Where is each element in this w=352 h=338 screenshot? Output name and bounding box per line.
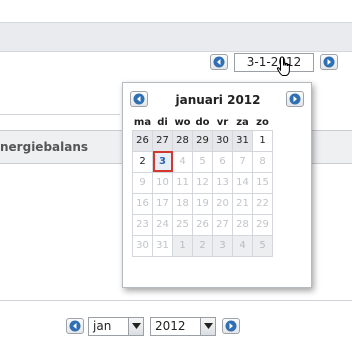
calendar-week-row: 30 31 1 2 3 4 5	[132, 234, 273, 257]
calendar-day[interactable]: 21	[232, 192, 253, 215]
calendar-day[interactable]: 31	[232, 129, 253, 152]
divider	[0, 114, 120, 115]
calendar-day[interactable]: 9	[132, 171, 153, 194]
calendar-month-title: januari 2012	[175, 93, 261, 107]
calendar-day[interactable]: 10	[152, 171, 173, 194]
calendar-day[interactable]: 29	[252, 213, 273, 236]
calendar-day-selected[interactable]: 3	[152, 150, 173, 173]
calendar-week-row: 16 17 18 19 20 21 22	[132, 192, 273, 215]
calendar-day[interactable]: 12	[192, 171, 213, 194]
calendar-day[interactable]: 26	[192, 213, 213, 236]
chevron-down-icon	[132, 323, 141, 329]
calendar-day[interactable]: 30	[212, 129, 233, 152]
calendar-day[interactable]: 23	[132, 213, 153, 236]
calendar-day[interactable]: 8	[252, 150, 273, 173]
calendar-day[interactable]: 3	[212, 234, 233, 257]
calendar-day[interactable]: 25	[172, 213, 193, 236]
prev-date-button[interactable]	[210, 54, 228, 70]
dropdown-arrow[interactable]	[128, 318, 143, 335]
calendar-week-row: 9 10 11 12 13 14 15	[132, 171, 273, 194]
calendar-popup: januari 2012 ma di wo do vr za zo 26 27 …	[122, 82, 312, 288]
arrow-left-icon	[213, 56, 225, 68]
prev-month-button[interactable]	[66, 318, 84, 334]
calendar-day[interactable]: 6	[212, 150, 233, 173]
arrow-right-icon	[289, 93, 301, 105]
calendar-day[interactable]: 20	[212, 192, 233, 215]
calendar-day[interactable]: 5	[192, 150, 213, 173]
calendar-day[interactable]: 24	[152, 213, 173, 236]
weekday-header-row: ma di wo do vr za zo	[133, 116, 273, 130]
calendar-day[interactable]: 29	[192, 129, 213, 152]
top-toolbar	[0, 22, 352, 52]
weekday-label: wo	[174, 117, 191, 129]
calendar-day[interactable]: 28	[232, 213, 253, 236]
calendar-day[interactable]: 18	[172, 192, 193, 215]
page-root: 3-1-2012 nergiebalans januari 2012 ma di…	[0, 0, 352, 338]
calendar-day[interactable]: 1	[252, 129, 273, 152]
calendar-day[interactable]: 2	[192, 234, 213, 257]
weekday-label: ma	[133, 117, 152, 129]
year-select[interactable]: 2012	[150, 317, 216, 336]
calendar-day[interactable]: 13	[212, 171, 233, 194]
calendar-day[interactable]: 14	[232, 171, 253, 194]
weekday-label: vr	[216, 117, 229, 129]
calendar-day[interactable]: 31	[152, 234, 173, 257]
calendar-day[interactable]: 30	[132, 234, 153, 257]
next-month-button[interactable]	[222, 318, 240, 334]
calendar-day[interactable]: 4	[172, 150, 193, 173]
calendar-day[interactable]: 1	[172, 234, 193, 257]
calendar-grid: ma di wo do vr za zo 26 27 28 29 30 31 1…	[132, 116, 273, 257]
calendar-day[interactable]: 15	[252, 171, 273, 194]
weekday-label: za	[236, 117, 249, 129]
calendar-day[interactable]: 5	[252, 234, 273, 257]
chevron-down-icon	[204, 323, 213, 329]
calendar-day[interactable]: 16	[132, 192, 153, 215]
date-field[interactable]: 3-1-2012	[234, 53, 314, 72]
weekday-label: do	[195, 117, 210, 129]
hand-cursor-icon	[276, 56, 290, 76]
weekday-label: zo	[256, 117, 269, 129]
dropdown-arrow[interactable]	[200, 318, 215, 335]
month-select[interactable]: jan	[88, 317, 144, 336]
calendar-day[interactable]: 22	[252, 192, 273, 215]
arrow-right-icon	[323, 56, 335, 68]
calendar-day[interactable]: 27	[152, 129, 173, 152]
tab-energiebalans[interactable]: nergiebalans	[0, 140, 88, 154]
calendar-day[interactable]: 7	[232, 150, 253, 173]
calendar-week-row: 26 27 28 29 30 31 1	[132, 129, 273, 152]
calendar-day[interactable]: 19	[192, 192, 213, 215]
calendar-week-row: 2 3 4 5 6 7 8	[132, 150, 273, 173]
divider	[0, 300, 352, 301]
calendar-day[interactable]: 28	[172, 129, 193, 152]
calendar-day[interactable]: 2	[132, 150, 153, 173]
year-select-value: 2012	[155, 319, 186, 333]
calendar-day[interactable]: 17	[152, 192, 173, 215]
next-date-button[interactable]	[320, 54, 338, 70]
calendar-day[interactable]: 26	[132, 129, 153, 152]
arrow-right-icon	[225, 320, 237, 332]
calendar-day[interactable]: 11	[172, 171, 193, 194]
calendar-week-row: 23 24 25 26 27 28 29	[132, 213, 273, 236]
calendar-day[interactable]: 4	[232, 234, 253, 257]
arrow-left-icon	[69, 320, 81, 332]
calendar-day[interactable]: 27	[212, 213, 233, 236]
weekday-label: di	[157, 117, 168, 129]
month-select-value: jan	[93, 319, 112, 333]
calendar-next-month-button[interactable]	[286, 91, 304, 107]
